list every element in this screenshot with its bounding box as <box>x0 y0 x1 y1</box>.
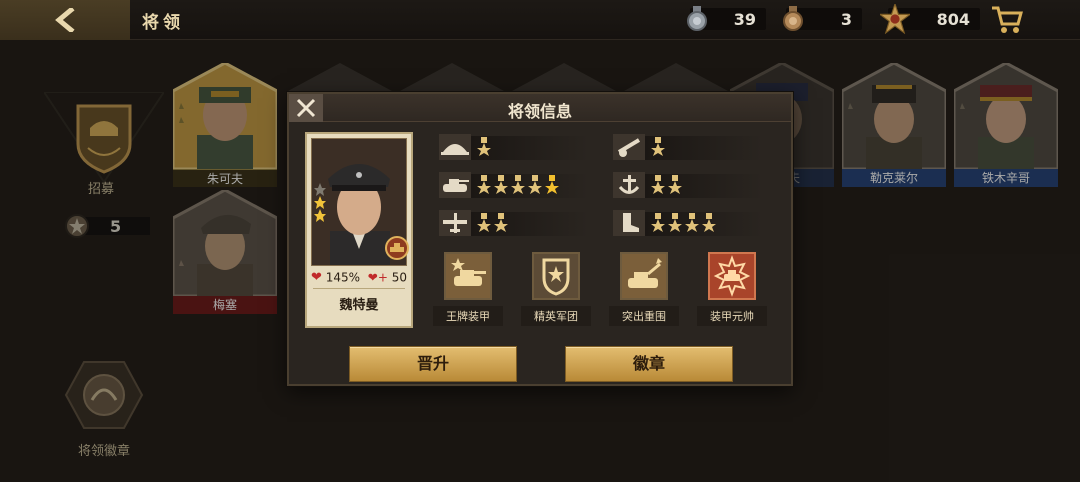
trait-ace-armor[interactable]: 王牌装甲 <box>433 252 503 330</box>
artillery-icon <box>613 134 645 160</box>
trait-label: 突出重围 <box>609 306 679 326</box>
medal-icon <box>668 175 682 194</box>
skill-row-aircraft <box>439 210 589 236</box>
close-button[interactable] <box>289 94 323 122</box>
badge-button[interactable]: 徽章 <box>565 346 733 382</box>
skill-medals <box>651 175 682 195</box>
trait-label: 精英军团 <box>521 306 591 326</box>
skill-medals <box>651 213 716 233</box>
medal-icon <box>477 175 491 194</box>
boot-icon <box>613 210 645 236</box>
skill-row-navy <box>613 172 763 198</box>
gold-badge-value: 804 <box>936 10 970 29</box>
bronze-medal-value: 3 <box>840 10 852 29</box>
trait-label: 王牌装甲 <box>433 306 503 326</box>
page-title: 将领 <box>142 13 184 33</box>
silver-medal-icon <box>687 6 707 31</box>
medal-icon <box>651 175 665 194</box>
medal-icon <box>477 213 491 232</box>
elite-corps-icon <box>542 258 570 296</box>
skill-medals <box>477 137 491 157</box>
hp-stat: ❤ 145% <box>311 270 360 285</box>
trait-armor-marshal[interactable]: 装甲元帅 <box>697 252 767 330</box>
general-portrait-card[interactable]: ❤ 145% ❤+ 50 魏特曼 <box>305 132 413 328</box>
trait-breakout[interactable]: 突出重围 <box>609 252 679 330</box>
ace-tank-icon <box>451 258 486 286</box>
silver-medal-counter: 39 <box>687 6 766 31</box>
medal-icon <box>494 213 508 232</box>
dialog-header: 将领信息 <box>289 94 791 122</box>
airplane-icon <box>439 210 471 236</box>
medal-icon <box>545 175 559 194</box>
skill-row-tank <box>439 172 589 198</box>
medal-icon <box>528 175 542 194</box>
back-arrow-icon <box>55 8 75 32</box>
general-name: 魏特曼 <box>339 298 379 313</box>
skill-row-infantry <box>439 134 589 160</box>
heart-icon: ❤ <box>311 270 322 285</box>
general-stats: ❤ 145% ❤+ 50 <box>309 270 409 286</box>
heal-value: 50 <box>391 270 407 285</box>
general-info-dialog: 将领信息 ❤ 145% ❤+ 50 魏特曼 王牌装甲 精英军团 突出重围 装甲元… <box>287 92 793 386</box>
medal-icon <box>702 213 716 232</box>
portrait-frame <box>311 138 409 266</box>
trait-label: 装甲元帅 <box>697 306 767 326</box>
gold-badge-counter: 804 <box>880 4 980 34</box>
heart-plus-icon: ❤+ <box>367 270 388 285</box>
medal-icon <box>651 137 665 156</box>
medal-icon <box>668 213 682 232</box>
close-icon <box>296 98 316 118</box>
top-bar: 将领 39 3 804 <box>0 0 1080 40</box>
medal-icon <box>511 175 525 194</box>
silver-medal-value: 39 <box>733 10 756 29</box>
bronze-medal-icon <box>783 6 803 31</box>
back-button[interactable] <box>0 0 130 40</box>
skill-row-artillery <box>613 134 763 160</box>
medal-icon <box>477 137 491 156</box>
skill-medals <box>477 213 508 233</box>
armor-marshal-icon <box>713 255 751 297</box>
dialog-title: 将领信息 <box>507 102 572 121</box>
tank-class-badge-icon <box>385 236 409 260</box>
bronze-medal-counter: 3 <box>783 6 862 31</box>
promote-button[interactable]: 晋升 <box>349 346 517 382</box>
medal-icon <box>651 213 665 232</box>
infantry-helmet-icon <box>439 134 471 160</box>
anchor-icon <box>613 172 645 198</box>
hp-value: 145% <box>325 270 361 285</box>
breakout-tank-icon <box>628 258 662 288</box>
skill-medals <box>477 175 559 195</box>
shop-cart-icon[interactable] <box>990 4 1024 34</box>
heal-stat: ❤+ 50 <box>368 270 407 285</box>
rank-stars-icon <box>314 183 326 222</box>
medal-icon <box>685 213 699 232</box>
skill-medals <box>651 137 665 157</box>
skill-row-infantry-boot <box>613 210 763 236</box>
medal-icon <box>494 175 508 194</box>
tank-icon <box>439 172 471 198</box>
gold-badge-icon <box>880 4 910 34</box>
trait-elite-corps[interactable]: 精英军团 <box>521 252 591 330</box>
